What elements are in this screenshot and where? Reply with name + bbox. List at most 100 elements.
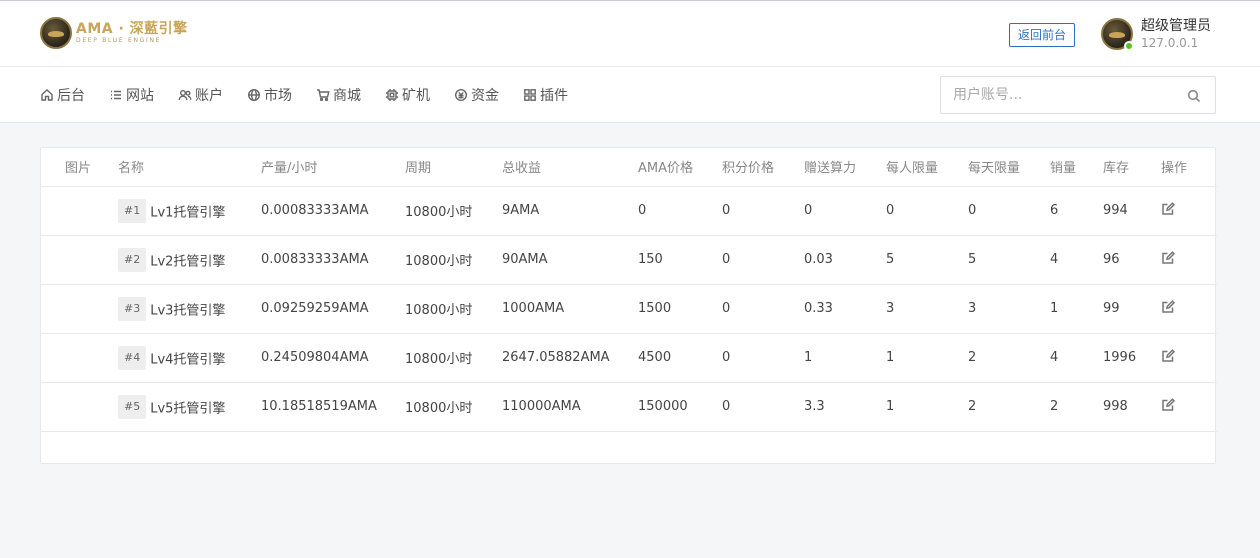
bonus-cell: 0.03 xyxy=(804,235,886,285)
sales-cell: 2 xyxy=(1050,382,1103,432)
ama-price-cell: 150 xyxy=(638,235,722,285)
table-row: #1 Lv1托管引擎 0.00083333AMA 10800小时 9AMA 0 0… xyxy=(41,186,1217,236)
edit-icon[interactable] xyxy=(1161,250,1176,265)
stock-cell: 99 xyxy=(1103,284,1161,334)
per-day-cell: 0 xyxy=(968,186,1050,236)
product-name: Lv1托管引擎 xyxy=(150,205,226,220)
table-header-row: 图片 名称 产量/小时 周期 总收益 AMA价格 积分价格 赠送算力 每人限量 … xyxy=(41,148,1217,187)
user-menu[interactable]: 超级管理员 127.0.0.1 xyxy=(1101,17,1211,51)
nav-item-label: 商城 xyxy=(333,88,361,104)
id-badge: #3 xyxy=(118,296,147,321)
period-cell: 10800小时 xyxy=(405,333,502,383)
id-badge: #5 xyxy=(118,394,147,419)
total-cell: 110000AMA xyxy=(502,382,638,432)
image-cell xyxy=(41,333,118,383)
nav-item-site[interactable]: 网站 xyxy=(109,85,154,105)
action-cell xyxy=(1161,235,1217,285)
nav-item-label: 插件 xyxy=(540,88,568,104)
logo-sub-text: DEEP BLUE ENGINE xyxy=(76,37,162,44)
product-name: Lv4托管引擎 xyxy=(150,352,226,367)
ama-price-cell: 4500 xyxy=(638,333,722,383)
nav-item-label: 网站 xyxy=(126,88,154,104)
bonus-cell: 0 xyxy=(804,186,886,236)
product-name: Lv2托管引擎 xyxy=(150,254,226,269)
table-row: #2 Lv2托管引擎 0.00833333AMA 10800小时 90AMA 15… xyxy=(41,235,1217,285)
action-cell xyxy=(1161,333,1217,383)
miner-table-card: 图片 名称 产量/小时 周期 总收益 AMA价格 积分价格 赠送算力 每人限量 … xyxy=(40,147,1217,464)
nav-item-label: 矿机 xyxy=(402,88,430,104)
search-input[interactable] xyxy=(941,77,1171,113)
nav-item-accounts[interactable]: 账户 xyxy=(178,85,223,105)
id-badge: #4 xyxy=(118,345,147,370)
per-person-cell: 3 xyxy=(886,284,968,334)
per-day-cell: 5 xyxy=(968,235,1050,285)
bonus-cell: 0.33 xyxy=(804,284,886,334)
back-to-frontend-button[interactable]: 返回前台 xyxy=(1009,23,1076,47)
ama-price-cell: 0 xyxy=(638,186,722,236)
sales-cell: 4 xyxy=(1050,235,1103,285)
globe-icon xyxy=(247,88,261,102)
user-info: 超级管理员 127.0.0.1 xyxy=(1141,17,1211,51)
sales-cell: 1 xyxy=(1050,284,1103,334)
edit-icon[interactable] xyxy=(1161,348,1176,363)
sales-cell: 6 xyxy=(1050,186,1103,236)
point-price-cell: 0 xyxy=(722,382,804,432)
stock-cell: 96 xyxy=(1103,235,1161,285)
search-box xyxy=(940,76,1216,114)
period-cell: 10800小时 xyxy=(405,186,502,236)
per-person-cell: 1 xyxy=(886,333,968,383)
image-cell xyxy=(41,284,118,334)
per-day-cell: 2 xyxy=(968,382,1050,432)
search-icon[interactable] xyxy=(1187,89,1201,103)
name-cell: #1 Lv1托管引擎 xyxy=(118,186,261,236)
total-cell: 2647.05882AMA xyxy=(502,333,638,383)
table-row: #5 Lv5托管引擎 10.18518519AMA 10800小时 110000A… xyxy=(41,382,1217,432)
name-cell: #4 Lv4托管引擎 xyxy=(118,333,261,383)
nav-item-label: 账户 xyxy=(195,88,223,104)
edit-icon[interactable] xyxy=(1161,201,1176,216)
fund-icon xyxy=(454,88,468,102)
nav-item-plugins[interactable]: 插件 xyxy=(523,85,568,105)
col-header-per-day: 每天限量 xyxy=(968,148,1050,187)
nav-item-label: 资金 xyxy=(471,88,499,104)
nav-item-dashboard[interactable]: 后台 xyxy=(40,85,85,105)
action-cell xyxy=(1161,284,1217,334)
output-cell: 0.09259259AMA xyxy=(261,284,405,334)
cart-icon xyxy=(317,89,330,102)
output-cell: 10.18518519AMA xyxy=(261,382,405,432)
nav-item-shop[interactable]: 商城 xyxy=(316,85,361,105)
logo[interactable]: AMA · 深藍引擎 DEEP BLUE ENGINE xyxy=(40,17,188,49)
nav-items: 后台 网站 账户 市场 商城 矿机 资金 插件 xyxy=(40,67,592,123)
col-header-stock: 库存 xyxy=(1103,148,1161,187)
nav-item-miners[interactable]: 矿机 xyxy=(385,85,430,105)
output-cell: 0.00833333AMA xyxy=(261,235,405,285)
total-cell: 9AMA xyxy=(502,186,638,236)
col-header-period: 周期 xyxy=(405,148,502,187)
nav-item-funds[interactable]: 资金 xyxy=(454,85,499,105)
nav-item-market[interactable]: 市场 xyxy=(247,85,292,105)
period-cell: 10800小时 xyxy=(405,382,502,432)
per-person-cell: 0 xyxy=(886,186,968,236)
total-cell: 90AMA xyxy=(502,235,638,285)
product-name: Lv5托管引擎 xyxy=(150,401,226,416)
edit-icon[interactable] xyxy=(1161,299,1176,314)
product-name: Lv3托管引擎 xyxy=(150,303,226,318)
user-name: 超级管理员 xyxy=(1141,18,1211,34)
bonus-cell: 3.3 xyxy=(804,382,886,432)
table-row: #4 Lv4托管引擎 0.24509804AMA 10800小时 2647.058… xyxy=(41,333,1217,383)
home-icon xyxy=(41,89,53,101)
col-header-point-price: 积分价格 xyxy=(722,148,804,187)
sales-cell: 4 xyxy=(1050,333,1103,383)
nav-item-label: 后台 xyxy=(57,88,85,104)
edit-icon[interactable] xyxy=(1161,397,1176,412)
miner-table: 图片 名称 产量/小时 周期 总收益 AMA价格 积分价格 赠送算力 每人限量 … xyxy=(41,148,1217,432)
per-person-cell: 1 xyxy=(886,382,968,432)
total-cell: 1000AMA xyxy=(502,284,638,334)
name-cell: #2 Lv2托管引擎 xyxy=(118,235,261,285)
bonus-cell: 1 xyxy=(804,333,886,383)
header: AMA · 深藍引擎 DEEP BLUE ENGINE 返回前台 超级管理员 1… xyxy=(0,1,1260,67)
col-header-name: 名称 xyxy=(118,148,261,187)
user-ip: 127.0.0.1 xyxy=(1141,36,1199,50)
avatar[interactable] xyxy=(1101,18,1134,51)
logo-text: AMA · 深藍引擎 DEEP BLUE ENGINE xyxy=(76,22,188,44)
